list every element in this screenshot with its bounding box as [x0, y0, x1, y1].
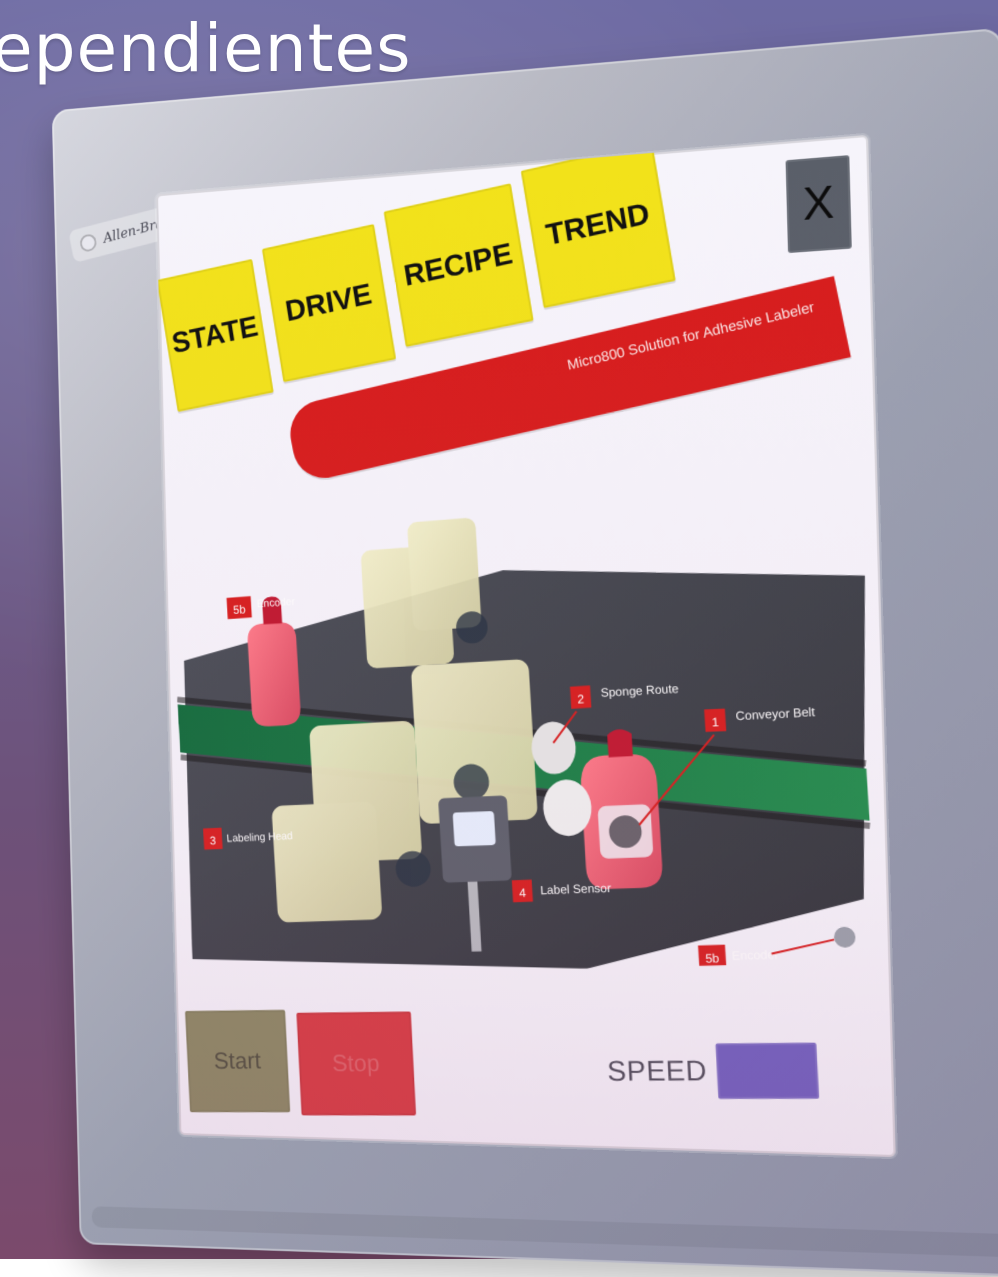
callout-sponge-number: 2	[577, 693, 585, 707]
speed-control: SPEED	[605, 1043, 819, 1099]
callout-label-sensor-number: 4	[519, 887, 527, 901]
left-bottle	[245, 595, 301, 727]
callout-conveyor-number: 1	[711, 716, 719, 730]
callout-encoder-top-number: 5b	[233, 603, 247, 617]
trend-tab-button[interactable]: TREND	[521, 141, 676, 308]
labeler-illustration: 2 Sponge Route 1 Conveyor Belt 3 Labelin…	[164, 420, 889, 978]
speed-display[interactable]	[715, 1043, 819, 1099]
start-button[interactable]: Start	[185, 1010, 290, 1112]
bottom-controls: Start Stop SPEED	[176, 987, 895, 1132]
stop-button[interactable]: Stop	[296, 1011, 416, 1115]
labeler-diagram: 2 Sponge Route 1 Conveyor Belt 3 Labelin…	[164, 420, 889, 978]
speed-label: SPEED	[606, 1055, 707, 1088]
callout-encoder-top: 5b Encoder	[227, 593, 297, 619]
drive-tab-button[interactable]: DRIVE	[262, 224, 396, 382]
callout-encoder-bottom-text: Encoder	[731, 948, 779, 963]
recipe-tab-button[interactable]: RECIPE	[384, 183, 534, 347]
callout-label-sensor-text: Label Sensor	[540, 882, 612, 898]
callout-encoder-top-text: Encoder	[256, 596, 295, 611]
callout-encoder-bottom-number: 5b	[705, 952, 720, 966]
close-button[interactable]: X	[786, 155, 852, 253]
state-tab-button[interactable]: STATE	[157, 259, 274, 412]
hmi-screen: X STATE DRIVE RECIPE TREND Micro800 Solu…	[156, 135, 896, 1157]
page-heading: ependientes	[0, 10, 411, 87]
callout-labeling-number: 3	[210, 834, 217, 847]
brand-logo-icon	[79, 232, 98, 253]
